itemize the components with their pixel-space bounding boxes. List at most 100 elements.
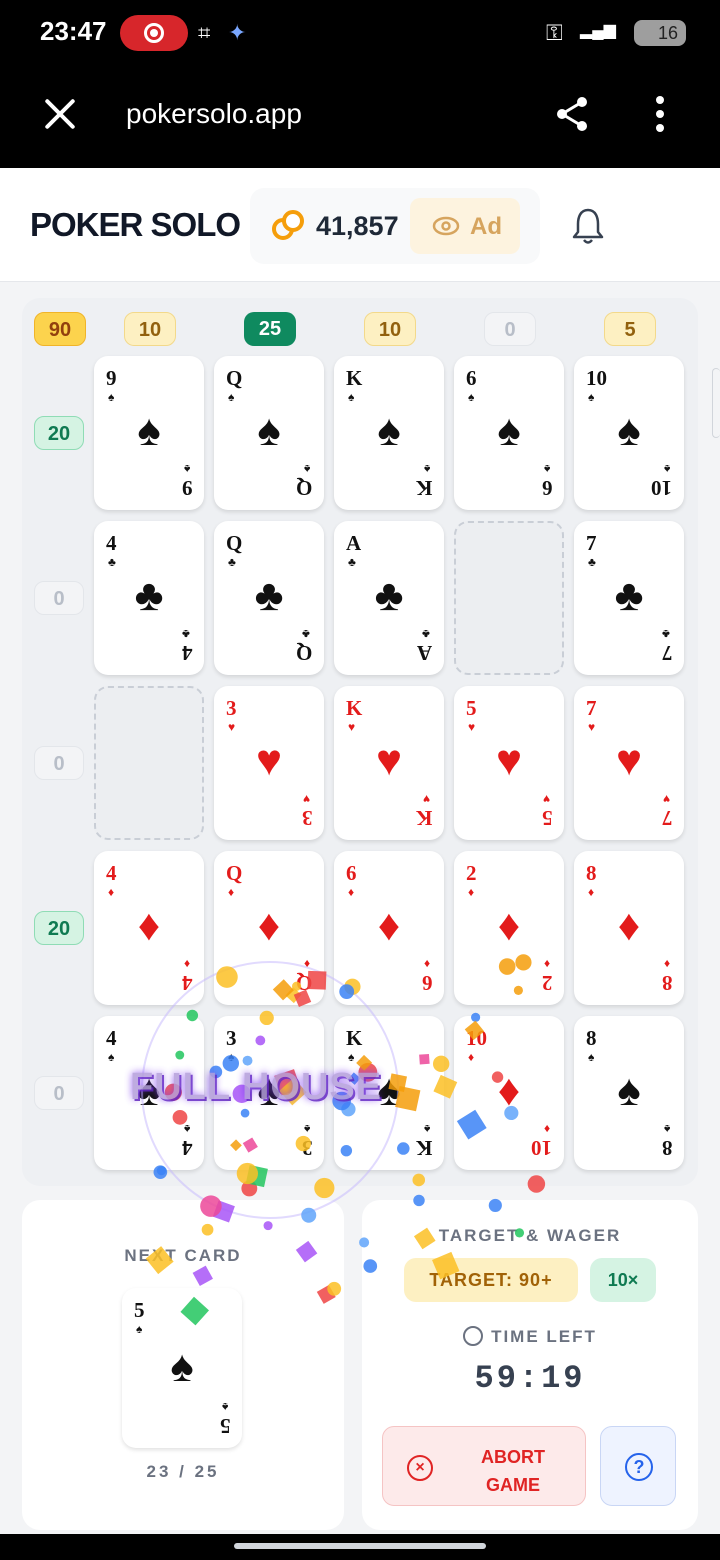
card-rank: K [346,696,363,720]
playing-card[interactable]: 2 ♦ ♦ ♦ 2 [454,851,564,1005]
spade-icon: ♠ [377,406,401,455]
home-indicator[interactable] [234,1543,486,1549]
card-suit-small: ♠ [136,1322,143,1336]
card-suit-small: ♦ [588,885,595,899]
diamond-icon: ♦ [137,901,161,950]
card-suit-small-rotated: ♠ [303,462,310,476]
playing-card[interactable]: Q ♦ ♦ ♦ Q [214,851,324,1005]
playing-card[interactable]: 8 ♠ ♠ ♠ 8 [574,1016,684,1170]
playing-card[interactable]: 6 ♠ ♠ ♠ 6 [454,356,564,510]
row-score-4: 20 [34,911,84,945]
card-suit-small: ♦ [228,885,235,899]
card-rank-rotated: 10 [651,476,672,500]
card-suit-small-rotated: ♣ [182,627,190,641]
key-icon: ⚿ [546,20,563,45]
playing-card[interactable]: 10 ♦ ♦ ♦ 10 [454,1016,564,1170]
card-suit-small: ♠ [468,390,475,404]
playing-card[interactable]: 6 ♦ ♦ ♦ 6 [334,851,444,1005]
card-suit-small: ♣ [348,555,356,569]
playing-card[interactable]: Q ♣ ♣ ♣ Q [214,521,324,675]
next-card-label: NEXT CARD [124,1246,242,1265]
card-suit-small-rotated: ♦ [303,957,310,971]
column-score-5: 5 [604,312,656,346]
row-score-5: 0 [34,1076,84,1110]
card-suit-small-rotated: ♦ [183,957,190,971]
column-score-2: 25 [244,312,296,346]
club-icon: ♣ [134,571,164,620]
heart-icon: ♥ [615,736,643,785]
row-score-1: 20 [34,416,84,450]
game-board: 90 10 25 10 0 5 20 0 0 20 0 9 ♠ ♠ ♠ 9 Q ♠ ♠ ♠ Q K ♠… [22,298,698,1186]
playing-card[interactable]: 9 ♠ ♠ ♠ 9 [94,356,204,510]
coin-value: 41,857 [316,211,399,241]
card-rank: 5 [466,696,477,720]
card-rank-rotated: 2 [541,971,553,995]
playing-card[interactable]: 3 ♥ ♥ ♥ 3 [214,686,324,840]
playing-card[interactable]: K ♥ ♥ ♥ K [334,686,444,840]
hand-result-banner: FULL HOUSE [130,1066,383,1108]
close-circle-icon: × [407,1455,433,1481]
card-rank-rotated: 4 [181,641,193,665]
empty-card-slot[interactable] [94,686,204,840]
card-rank-rotated: 7 [661,806,673,830]
card-rank-rotated: 8 [661,1136,673,1160]
card-suit-small-rotated: ♠ [663,1122,670,1136]
next-card[interactable]: 5 ♠ ♠ ♠ 5 [122,1288,242,1448]
playing-card[interactable]: 10 ♠ ♠ ♠ 10 [574,356,684,510]
card-rank-rotated: K [415,1136,432,1160]
playing-card[interactable]: 4 ♣ ♣ ♣ 4 [94,521,204,675]
card-rank-rotated: 9 [181,476,193,500]
card-rank: 4 [106,1026,117,1050]
card-suit-small: ♠ [108,1050,115,1064]
playing-card[interactable]: K ♠ ♠ ♠ K [334,356,444,510]
spade-icon: ♠ [170,1342,194,1391]
notification-bell-icon[interactable] [570,206,606,246]
eye-icon [432,216,460,236]
app-logo: POKER SOLO [30,206,241,243]
card-rank: 3 [226,696,237,720]
playing-card[interactable]: Q ♠ ♠ ♠ Q [214,356,324,510]
playing-card[interactable]: A ♣ ♣ ♣ A [334,521,444,675]
heart-icon: ♥ [255,736,283,785]
card-rank: 10 [586,366,607,390]
more-menu-icon[interactable] [656,96,666,132]
diamond-icon: ♦ [257,901,281,950]
card-rank-rotated: 5 [219,1414,231,1438]
playing-card[interactable]: 4 ♦ ♦ ♦ 4 [94,851,204,1005]
column-score-1: 10 [124,312,176,346]
playing-card[interactable]: 8 ♦ ♦ ♦ 8 [574,851,684,1005]
card-suit-small-rotated: ♣ [422,627,430,641]
club-icon: ♣ [254,571,284,620]
spade-icon: ♠ [137,406,161,455]
playing-card[interactable]: 7 ♥ ♥ ♥ 7 [574,686,684,840]
help-button[interactable]: ? [600,1426,676,1506]
share-icon[interactable] [552,94,592,134]
sparkle-icon: ✦ [228,20,247,45]
empty-card-slot[interactable] [454,521,564,675]
watch-ad-button[interactable]: Ad [410,198,520,254]
card-suit-small-rotated: ♥ [422,792,430,806]
card-suit-small-rotated: ♥ [662,792,670,806]
target-wager-panel: TARGET & WAGER TARGET: 90+ 10× TIME LEFT… [362,1200,698,1530]
abort-game-button[interactable]: × ABORT GAME [382,1426,586,1506]
wager-badge: 10× [590,1258,656,1302]
clock-icon [463,1326,484,1346]
close-icon[interactable] [42,96,78,132]
card-rank-rotated: 3 [301,806,313,830]
card-suit-small-rotated: ♠ [221,1400,228,1414]
target-badge: TARGET: 90+ [404,1258,578,1302]
screen-record-icon [120,15,188,51]
card-suit-small-rotated: ♠ [423,1122,430,1136]
playing-card[interactable]: 5 ♥ ♥ ♥ 5 [454,686,564,840]
card-suit-small: ♣ [228,555,236,569]
card-suit-small-rotated: ♠ [423,462,430,476]
card-suit-small-rotated: ♥ [302,792,310,806]
url-text[interactable]: pokersolo.app [126,98,302,130]
card-suit-small-rotated: ♥ [542,792,550,806]
card-suit-small: ♣ [588,555,596,569]
playing-card[interactable]: 7 ♣ ♣ ♣ 7 [574,521,684,675]
card-suit-small: ♦ [468,1050,475,1064]
card-suit-small: ♠ [228,390,235,404]
diamond-icon: ♦ [377,901,401,950]
card-rank: K [346,1026,363,1050]
